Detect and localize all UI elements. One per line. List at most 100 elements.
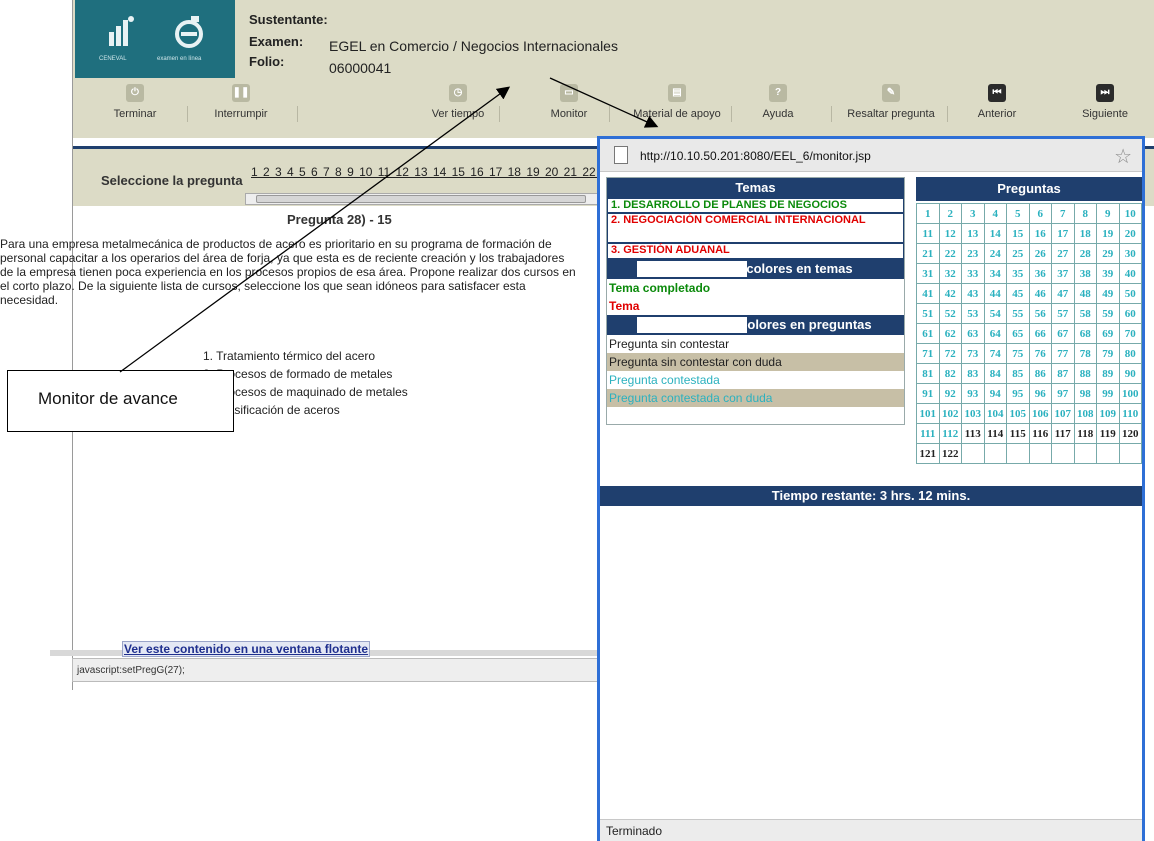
question-number-28[interactable]: 28 [1073,243,1097,264]
question-number-41[interactable]: 41 [916,283,940,304]
question-number-5[interactable]: 5 [1006,203,1030,224]
question-number-53[interactable]: 53 [961,303,985,324]
url-text[interactable]: http://10.10.50.201:8080/EEL_6/monitor.j… [640,149,871,163]
question-number-55[interactable]: 55 [1006,303,1030,324]
question-number-7[interactable]: 7 [1051,203,1075,224]
question-number-47[interactable]: 47 [1051,283,1075,304]
question-number-12[interactable]: 12 [938,223,962,244]
monitor-button[interactable]: ▭ Monitor [539,84,599,130]
question-number-32[interactable]: 32 [938,263,962,284]
terminar-button[interactable]: ⏻ Terminar [107,84,163,130]
question-number-36[interactable]: 36 [1028,263,1052,284]
option-1[interactable]: 1. Tratamiento térmico del acero [203,347,408,365]
question-number-40[interactable]: 40 [1118,263,1142,284]
question-number-108[interactable]: 108 [1073,403,1097,424]
address-bar[interactable]: http://10.10.50.201:8080/EEL_6/monitor.j… [600,139,1142,172]
question-number-110[interactable]: 110 [1118,403,1142,424]
question-number-81[interactable]: 81 [916,363,940,384]
question-number-39[interactable]: 39 [1096,263,1120,284]
question-number-59[interactable]: 59 [1096,303,1120,324]
material-de-apoyo-button[interactable]: ▤ Material de apoyo [625,84,729,130]
question-number-3[interactable]: 3 [961,203,985,224]
anterior-button[interactable]: ⏮ Anterior [967,84,1027,130]
question-number-10[interactable]: 10 [1118,203,1142,224]
question-number-119[interactable]: 119 [1096,423,1120,444]
question-number-122[interactable]: 122 [938,443,962,464]
question-number-8[interactable]: 8 [1073,203,1097,224]
bookmark-star-icon[interactable]: ☆ [1114,144,1132,169]
question-number-34[interactable]: 34 [983,263,1007,284]
question-number-115[interactable]: 115 [1006,423,1030,444]
question-number-45[interactable]: 45 [1006,283,1030,304]
question-number-85[interactable]: 85 [1006,363,1030,384]
question-number-62[interactable]: 62 [938,323,962,344]
question-number-90[interactable]: 90 [1118,363,1142,384]
question-number-35[interactable]: 35 [1006,263,1030,284]
question-number-120[interactable]: 120 [1118,423,1142,444]
question-number-26[interactable]: 26 [1028,243,1052,264]
question-number-64[interactable]: 64 [983,323,1007,344]
interrumpir-button[interactable]: ❚❚ Interrumpir [201,84,281,130]
question-number-66[interactable]: 66 [1028,323,1052,344]
question-number-84[interactable]: 84 [983,363,1007,384]
question-number-86[interactable]: 86 [1028,363,1052,384]
question-number-117[interactable]: 117 [1051,423,1075,444]
question-number-42[interactable]: 42 [938,283,962,304]
question-number-111[interactable]: 111 [916,423,940,444]
question-number-6[interactable]: 6 [1028,203,1052,224]
resaltar-pregunta-button[interactable]: ✎ Resaltar pregunta [841,84,941,130]
question-number-61[interactable]: 61 [916,323,940,344]
tema-item-1[interactable]: 1. DESARROLLO DE PLANES DE NEGOCIOS [607,198,904,213]
question-number-2[interactable]: 2 [938,203,962,224]
question-number-114[interactable]: 114 [983,423,1007,444]
question-number-27[interactable]: 27 [1051,243,1075,264]
question-number-15[interactable]: 15 [1006,223,1030,244]
question-number-95[interactable]: 95 [1006,383,1030,404]
question-number-63[interactable]: 63 [961,323,985,344]
question-number-1[interactable]: 1 [916,203,940,224]
question-number-91[interactable]: 91 [916,383,940,404]
question-number-33[interactable]: 33 [961,263,985,284]
question-number-9[interactable]: 9 [1096,203,1120,224]
question-number-22[interactable]: 22 [938,243,962,264]
tema-item-3[interactable]: 3. GESTIÓN ADUANAL [607,243,904,259]
question-number-44[interactable]: 44 [983,283,1007,304]
question-number-29[interactable]: 29 [1096,243,1120,264]
question-number-13[interactable]: 13 [961,223,985,244]
question-number-58[interactable]: 58 [1073,303,1097,324]
siguiente-button[interactable]: ⏭ Siguiente [1073,84,1137,130]
floating-window-link[interactable]: Ver este contenido en una ventana flotan… [122,641,371,657]
question-number-71[interactable]: 71 [916,343,940,364]
question-number-31[interactable]: 31 [916,263,940,284]
question-number-75[interactable]: 75 [1006,343,1030,364]
question-number-113[interactable]: 113 [961,423,985,444]
scrollbar-thumb[interactable] [256,195,586,203]
question-number-67[interactable]: 67 [1051,323,1075,344]
question-number-121[interactable]: 121 [916,443,940,464]
question-number-76[interactable]: 76 [1028,343,1052,364]
question-number-93[interactable]: 93 [961,383,985,404]
question-number-46[interactable]: 46 [1028,283,1052,304]
question-number-52[interactable]: 52 [938,303,962,324]
question-number-102[interactable]: 102 [938,403,962,424]
question-number-38[interactable]: 38 [1073,263,1097,284]
question-number-72[interactable]: 72 [938,343,962,364]
question-number-118[interactable]: 118 [1073,423,1097,444]
question-number-69[interactable]: 69 [1096,323,1120,344]
question-number-105[interactable]: 105 [1006,403,1030,424]
question-links[interactable]: 1 2 3 4 5 6 7 8 9 10 11 12 13 14 15 16 1… [251,165,608,179]
question-number-56[interactable]: 56 [1028,303,1052,324]
question-number-37[interactable]: 37 [1051,263,1075,284]
question-number-116[interactable]: 116 [1028,423,1052,444]
question-number-87[interactable]: 87 [1051,363,1075,384]
question-number-89[interactable]: 89 [1096,363,1120,384]
question-number-50[interactable]: 50 [1118,283,1142,304]
question-number-51[interactable]: 51 [916,303,940,324]
question-number-78[interactable]: 78 [1073,343,1097,364]
question-number-57[interactable]: 57 [1051,303,1075,324]
question-number-107[interactable]: 107 [1051,403,1075,424]
question-number-30[interactable]: 30 [1118,243,1142,264]
question-number-103[interactable]: 103 [961,403,985,424]
question-number-49[interactable]: 49 [1096,283,1120,304]
question-number-4[interactable]: 4 [983,203,1007,224]
